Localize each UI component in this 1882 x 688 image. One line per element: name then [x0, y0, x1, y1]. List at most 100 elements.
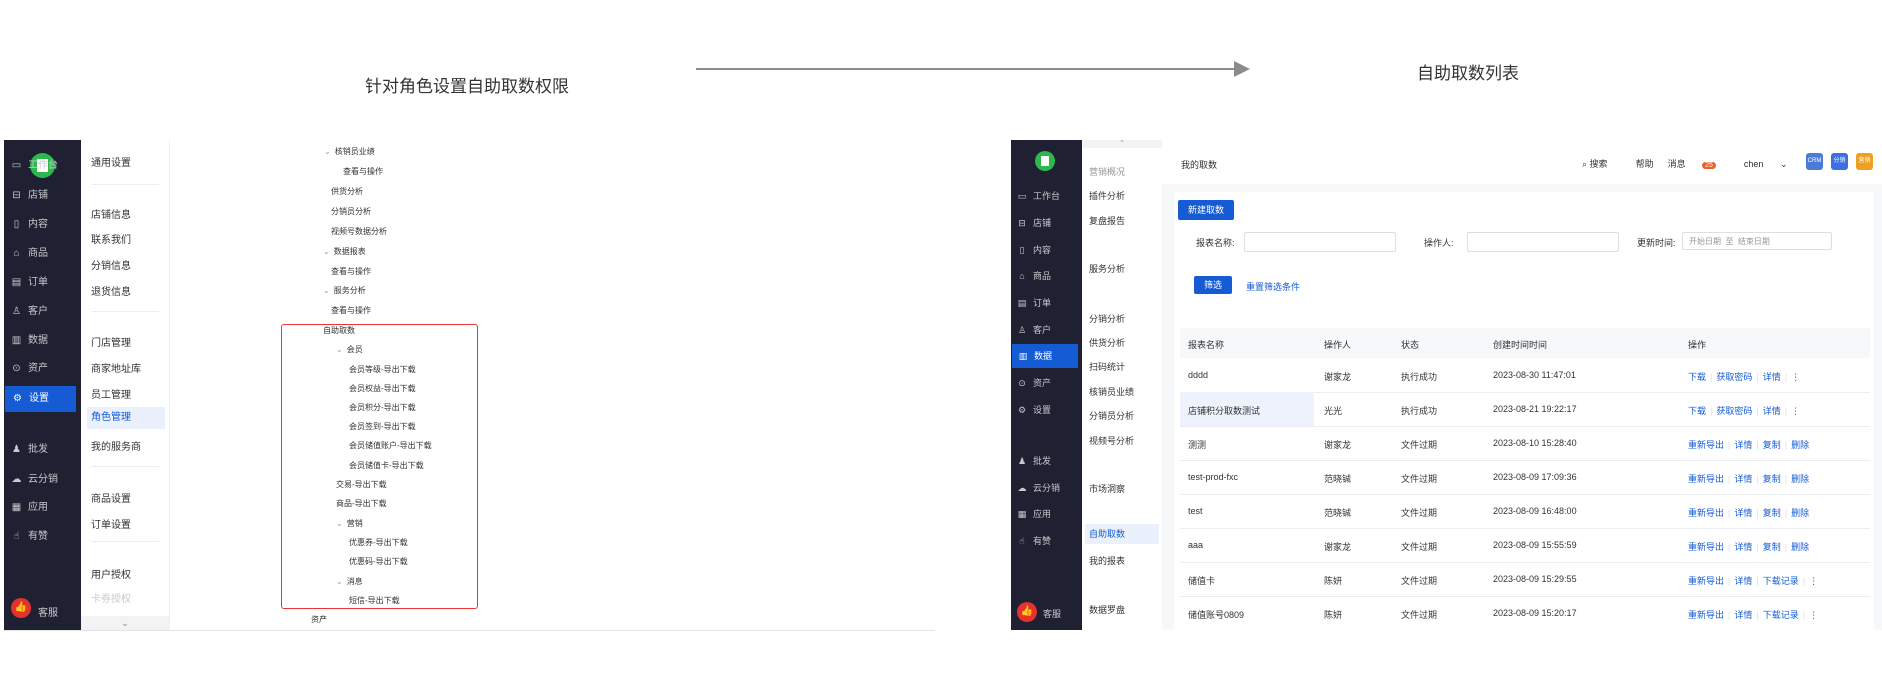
action-link[interactable]: 删除 [1791, 440, 1809, 450]
subnav-collapse-button[interactable]: ⌄ [81, 616, 169, 630]
user-menu[interactable]: chen ⌄ [1744, 159, 1788, 169]
table-row[interactable]: dddd 谢家龙 执行成功 2023-08-30 11:47:01 下载 | 获取密码 | 详情… [1180, 358, 1870, 393]
nav-item[interactable]: ▭ 工作台 [4, 153, 81, 179]
nav-item[interactable]: ♙ 客户 [1011, 318, 1082, 342]
action-link[interactable]: 复制 [1763, 440, 1781, 450]
subnav-item[interactable]: 我的报表 [1089, 554, 1125, 567]
action-link[interactable]: ⋮ [1791, 372, 1800, 382]
nav-item[interactable]: ⊟ 店铺 [1011, 211, 1082, 235]
report-name-input[interactable] [1244, 232, 1396, 252]
action-link[interactable]: ⋮ [1809, 576, 1818, 586]
subnav-item[interactable]: 视频号分析 [1089, 434, 1134, 447]
action-link[interactable]: 重新导出 [1688, 542, 1724, 552]
filter-button[interactable]: 筛选 [1194, 276, 1232, 294]
fenxiao-app-icon[interactable]: 分销 [1831, 153, 1848, 170]
nav-item[interactable]: ▥ 数据 [1012, 344, 1078, 368]
permission-node[interactable]: 查看与操作 [331, 266, 371, 277]
action-link[interactable]: 下载记录 [1763, 610, 1799, 620]
subnav-item[interactable]: 供货分析 [1089, 336, 1125, 349]
nav-item[interactable]: ▯ 内容 [4, 212, 81, 238]
action-link[interactable]: 复制 [1763, 542, 1781, 552]
action-link[interactable]: 下载 [1688, 406, 1706, 416]
nav-item[interactable]: ☝ 有赞 [4, 524, 81, 550]
table-row[interactable]: test-prod-fxc 范晓铖 文件过期 2023-08-09 17:09:36 重… [1180, 460, 1870, 495]
nav-item[interactable]: ⊙ 资产 [4, 356, 81, 382]
permission-node[interactable]: 查看与操作 [343, 166, 383, 177]
subnav-item[interactable]: 数据罗盘 [1089, 603, 1125, 616]
permission-node[interactable]: 资产 [311, 614, 327, 625]
nav-item[interactable]: ♟ 批发 [1011, 449, 1082, 473]
table-row[interactable]: test 范晓铖 文件过期 2023-08-09 16:48:00 重新导出 | 详情 | 复制… [1180, 494, 1870, 529]
date-range-picker[interactable]: 开始日期 至 结束日期 [1682, 232, 1832, 250]
subnav-item[interactable]: 退货信息 [91, 283, 131, 298]
permission-node[interactable]: 供货分析 [331, 186, 363, 197]
action-link[interactable]: 复制 [1763, 474, 1781, 484]
action-link[interactable]: 详情 [1734, 576, 1752, 586]
nav-item[interactable]: ▥ 数据 [4, 328, 81, 354]
action-link[interactable]: 获取密码 [1716, 372, 1752, 382]
action-link[interactable]: ⋮ [1809, 610, 1818, 620]
permission-node[interactable]: 视频号数据分析 [331, 226, 387, 237]
nav-item[interactable]: ⌂ 商品 [1011, 264, 1082, 288]
table-row[interactable]: 储值卡 陈妍 文件过期 2023-08-09 15:29:55 重新导出 | 详情 | 下载记录… [1180, 562, 1870, 597]
action-link[interactable]: 删除 [1791, 474, 1809, 484]
action-link[interactable]: 复制 [1763, 508, 1781, 518]
action-link[interactable]: 下载记录 [1763, 576, 1799, 586]
subnav-item[interactable]: 扫码统计 [1089, 360, 1125, 373]
nav-item[interactable]: ♙ 客户 [4, 299, 81, 325]
action-link[interactable]: 详情 [1763, 406, 1781, 416]
nav-item[interactable]: ▯ 内容 [1011, 238, 1082, 262]
table-row[interactable]: aaa 谢家龙 文件过期 2023-08-09 15:55:59 重新导出 | 详情 | 复制 |… [1180, 528, 1870, 563]
subnav-item[interactable]: 复盘报告 [1089, 214, 1125, 227]
subnav-item[interactable]: 营销概况 [1089, 165, 1125, 178]
search-link[interactable]: ⌕ 搜索 [1582, 159, 1622, 169]
yingxiao-app-icon[interactable]: 营销 [1856, 153, 1873, 170]
subnav-item[interactable]: 分销员分析 [1089, 409, 1134, 422]
permission-node[interactable]: ⌄ 数据报表 [323, 246, 366, 257]
kefu-icon[interactable]: 👍 [1017, 602, 1037, 622]
table-row[interactable]: 店铺积分取数测试 光光 执行成功 2023-08-21 19:22:17 下载 | 获取密码… [1180, 392, 1870, 427]
new-report-button[interactable]: 新建取数 [1178, 200, 1234, 220]
subnav-item[interactable]: 卡券授权 [91, 590, 131, 605]
subnav-item[interactable]: 门店管理 [91, 334, 131, 349]
action-link[interactable]: 获取密码 [1716, 406, 1752, 416]
subnav-item[interactable]: 订单设置 [91, 516, 131, 531]
subnav-item[interactable]: 店铺信息 [91, 206, 131, 221]
table-row[interactable]: 测测 谢家龙 文件过期 2023-08-10 15:28:40 重新导出 | 详情 | 复制 | 删… [1180, 426, 1870, 461]
nav-item[interactable]: ⊙ 资产 [1011, 371, 1082, 395]
action-link[interactable]: 详情 [1734, 440, 1752, 450]
subnav-item[interactable]: 分销分析 [1089, 312, 1125, 325]
nav-item[interactable]: ▦ 应用 [4, 495, 81, 521]
subnav-item[interactable]: 通用设置 [91, 154, 131, 169]
operator-input[interactable] [1467, 232, 1619, 252]
subnav-item[interactable]: 服务分析 [1089, 262, 1125, 275]
crm-app-icon[interactable]: CRM [1806, 153, 1823, 170]
nav-item[interactable]: ⚙ 设置 [1011, 398, 1082, 422]
action-link[interactable]: 重新导出 [1688, 610, 1724, 620]
subnav-item[interactable]: 联系我们 [91, 231, 131, 246]
permission-node[interactable]: 分销员分析 [331, 206, 371, 217]
action-link[interactable]: 删除 [1791, 508, 1809, 518]
subnav-item[interactable]: 用户授权 [91, 566, 131, 581]
permission-node[interactable]: 查看与操作 [309, 140, 349, 141]
subnav-item[interactable]: 自助取数 [1085, 524, 1159, 544]
action-link[interactable]: 详情 [1734, 610, 1752, 620]
help-link[interactable]: 帮助 [1636, 159, 1654, 169]
nav-item[interactable]: ⚙ 设置 [5, 386, 76, 412]
kefu-icon[interactable]: 👍 [11, 598, 31, 618]
scroll-up-icon[interactable]: ⌃ [1082, 140, 1162, 148]
action-link[interactable]: 详情 [1763, 372, 1781, 382]
subnav-item[interactable]: 我的服务商 [91, 438, 141, 453]
subnav-item[interactable]: 员工管理 [91, 386, 131, 401]
kefu-label[interactable]: 客服 [38, 604, 58, 619]
subnav-item[interactable]: 商家地址库 [91, 360, 141, 375]
chevron-down-icon[interactable]: ⌄ [323, 247, 330, 256]
action-link[interactable]: 重新导出 [1688, 474, 1724, 484]
action-link[interactable]: 详情 [1734, 508, 1752, 518]
action-link[interactable]: 详情 [1734, 474, 1752, 484]
kefu-label[interactable]: 客服 [1043, 607, 1061, 620]
nav-item[interactable]: ⊟ 店铺 [4, 183, 81, 209]
nav-item[interactable]: ▦ 应用 [1011, 502, 1082, 526]
subnav-item[interactable]: 核销员业绩 [1089, 385, 1134, 398]
permission-node[interactable]: 查看与操作 [331, 305, 371, 316]
